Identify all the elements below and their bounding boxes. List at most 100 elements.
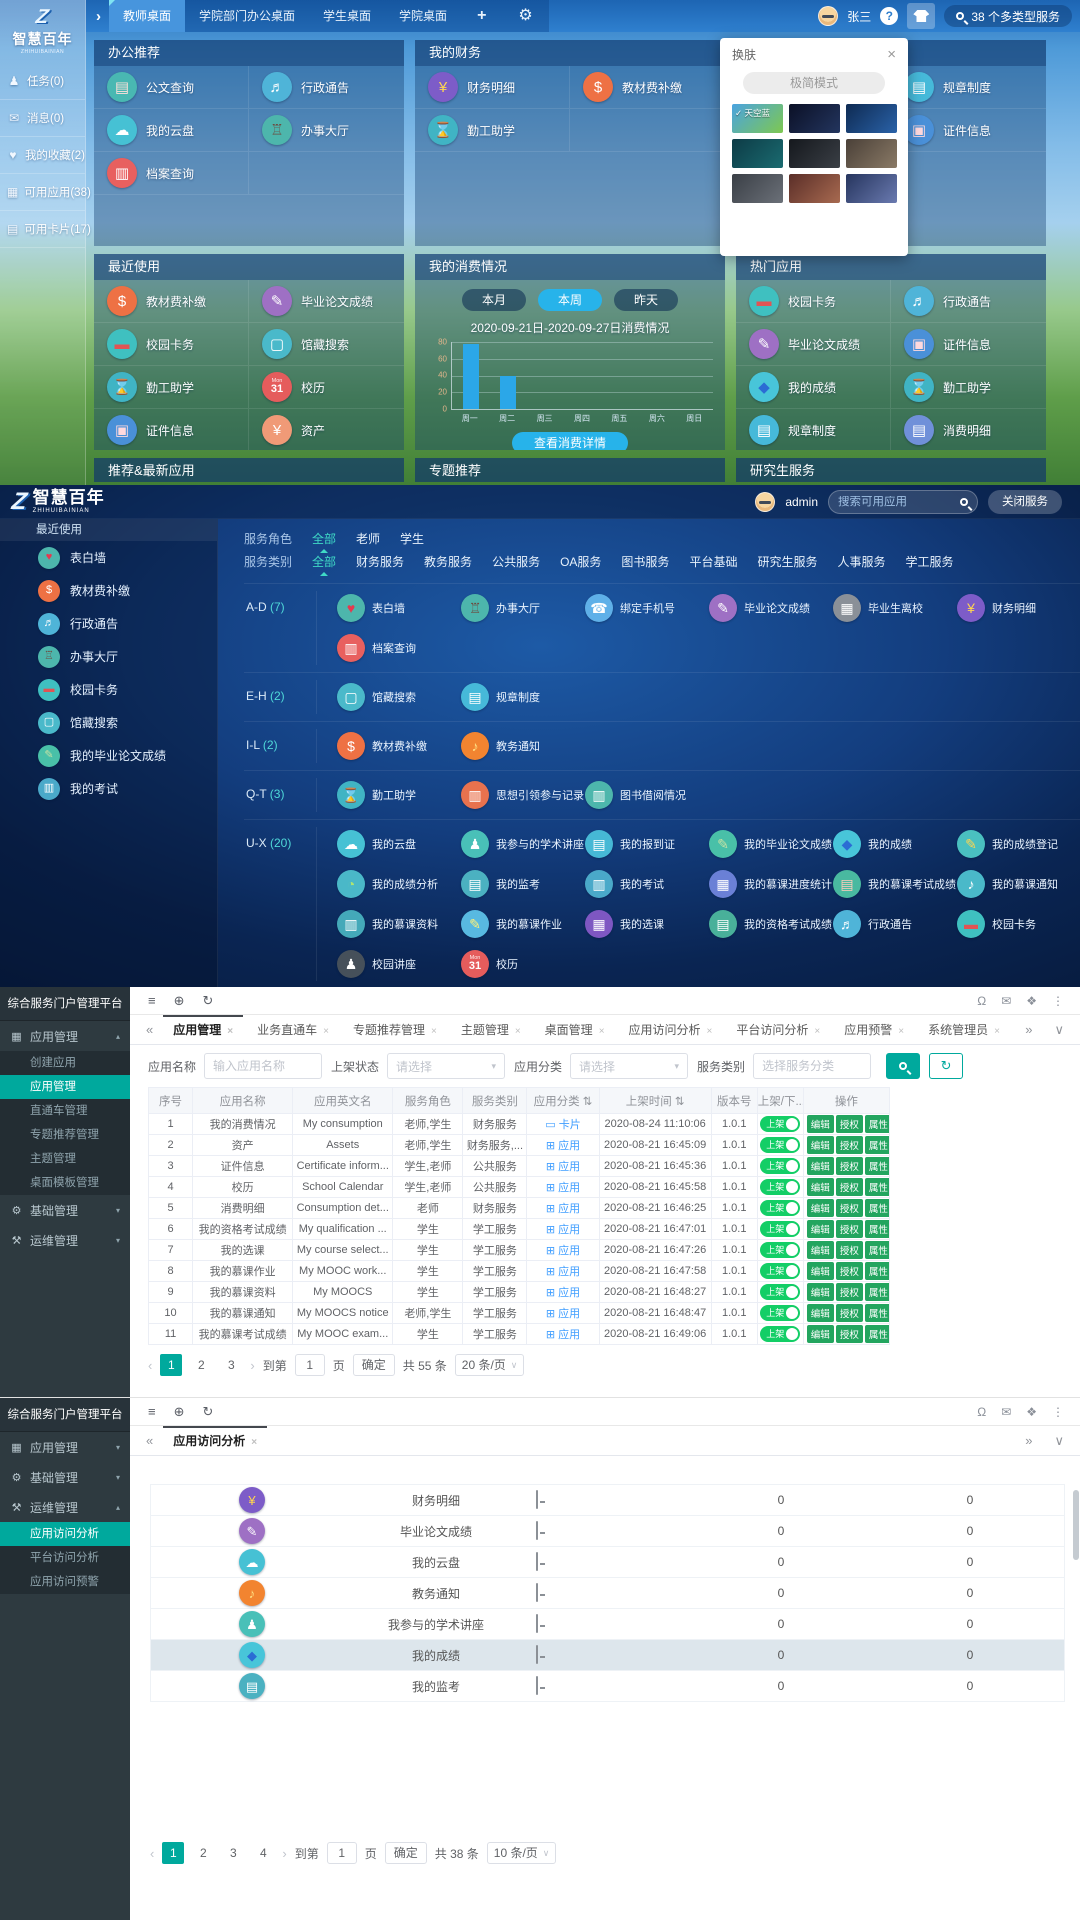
action-编辑-button[interactable]: 编辑 [807, 1262, 834, 1280]
category-link[interactable]: ⊞ 应用 [546, 1308, 580, 1320]
app-item[interactable]: ♟我参与的学术讲座 [461, 827, 585, 861]
theme-thumbnail[interactable] [789, 139, 840, 168]
close-tab-icon[interactable]: × [599, 1026, 605, 1037]
app-item[interactable]: ♟校园讲座 [337, 947, 461, 981]
access-table-row[interactable]: ¥财务明细00 [151, 1485, 1064, 1516]
menu-item[interactable]: 专题推荐管理 [0, 1123, 130, 1147]
menu-section[interactable]: ▦应用管理▴ [0, 1021, 130, 1051]
tag-icon[interactable]: ❖ [1026, 995, 1037, 1007]
admin-tab[interactable]: 应用访问分析× [619, 1015, 723, 1045]
filter-option[interactable]: 研究生服务 [757, 553, 817, 570]
app-item[interactable]: ◔我的成绩分析 [337, 867, 461, 901]
page-size-select[interactable]: 20 条/页∨ [455, 1354, 525, 1376]
app-tile[interactable]: ▤公文查询 [94, 66, 249, 108]
admin-tab[interactable]: 专题推荐管理× [343, 1015, 447, 1045]
app-item[interactable]: Mon31校历 [461, 947, 585, 981]
app-item[interactable]: ☎绑定手机号 [585, 591, 709, 625]
desktop-sidebar-item[interactable]: ✉消息(0) [0, 100, 85, 137]
theme-thumbnail[interactable] [846, 174, 897, 203]
access-table-row[interactable]: ▤我的监考00 [151, 1671, 1064, 1702]
close-tab-icon[interactable]: × [994, 1026, 1000, 1037]
filter-option[interactable]: 学生 [400, 530, 424, 547]
settings-gear-icon[interactable]: ⚙ [502, 0, 548, 32]
bell-icon[interactable]: Ω [977, 995, 986, 1007]
close-tab-icon[interactable]: × [515, 1026, 521, 1037]
filter-text-input[interactable] [213, 1059, 313, 1073]
jump-page-input[interactable] [327, 1842, 357, 1864]
access-table-row[interactable]: ♟我参与的学术讲座00 [151, 1609, 1064, 1640]
app-item[interactable]: ▦我的选课 [585, 907, 709, 941]
menu-section[interactable]: ⚙基础管理▾ [0, 1462, 130, 1492]
search-button[interactable] [886, 1053, 920, 1079]
skin-shirt-button[interactable] [907, 3, 935, 29]
more-icon[interactable]: ⋮ [1052, 995, 1064, 1007]
recent-app-item[interactable]: ✎我的毕业论文成绩 [0, 739, 217, 772]
help-icon[interactable]: ? [880, 7, 898, 25]
close-tab-icon[interactable]: × [251, 1437, 257, 1448]
user-avatar[interactable] [755, 492, 775, 512]
action-编辑-button[interactable]: 编辑 [807, 1220, 834, 1238]
page-number[interactable]: 3 [220, 1354, 242, 1376]
recent-app-item[interactable]: ♥表白墙 [0, 541, 217, 574]
scroll-caret-icon[interactable]: ∨ [1048, 1433, 1070, 1449]
menu-icon[interactable]: ≡ [148, 994, 156, 1007]
action-授权-button[interactable]: 授权 [836, 1241, 863, 1259]
comment-icon[interactable]: ✉ [1001, 995, 1011, 1007]
category-link[interactable]: ⊞ 应用 [546, 1224, 580, 1236]
recent-app-item[interactable]: ▥我的考试 [0, 772, 217, 805]
desktop-sidebar-item[interactable]: ▤可用卡片(17) [0, 211, 85, 248]
app-item[interactable]: ▬校园卡务 [957, 907, 1080, 941]
comment-icon[interactable]: ✉ [1001, 1406, 1011, 1418]
app-item[interactable]: ▢馆藏搜索 [337, 680, 461, 714]
status-toggle-on[interactable]: 上架 [760, 1263, 800, 1279]
page-number[interactable]: 4 [252, 1842, 274, 1864]
menu-item[interactable]: 直通车管理 [0, 1099, 130, 1123]
category-link[interactable]: ▭ 卡片 [545, 1119, 580, 1131]
app-item[interactable]: ▤规章制度 [461, 680, 585, 714]
app-item[interactable]: ▦毕业生离校 [833, 591, 957, 625]
category-link[interactable]: ⊞ 应用 [546, 1161, 580, 1173]
access-table-row[interactable]: ♪教务通知00 [151, 1578, 1064, 1609]
filter-option[interactable]: 老师 [356, 530, 380, 547]
admin-tab[interactable]: 业务直通车× [247, 1015, 339, 1045]
app-tile[interactable]: ◆我的成绩 [736, 366, 891, 408]
app-item[interactable]: ▤我的资格考试成绩 [709, 907, 833, 941]
app-item[interactable]: ▤我的报到证 [585, 827, 709, 861]
action-编辑-button[interactable]: 编辑 [807, 1325, 834, 1343]
app-tile[interactable]: ♖办事大厅 [249, 109, 404, 151]
collapse-tabs-icon[interactable]: « [140, 1022, 159, 1037]
recent-app-item[interactable]: ▢馆藏搜索 [0, 706, 217, 739]
admin-tab[interactable]: 系统管理员× [918, 1015, 1010, 1045]
tag-icon[interactable]: ❖ [1026, 1406, 1037, 1418]
scrollbar-thumb[interactable] [1073, 1490, 1079, 1560]
app-tile[interactable]: ▤规章制度 [736, 409, 891, 450]
menu-item[interactable]: 创建应用 [0, 1051, 130, 1075]
menu-icon[interactable]: ≡ [148, 1405, 156, 1418]
action-授权-button[interactable]: 授权 [836, 1157, 863, 1175]
admin-tab[interactable]: 主题管理× [451, 1015, 531, 1045]
user-avatar[interactable] [818, 6, 838, 26]
admin-tab[interactable]: 应用预警× [834, 1015, 914, 1045]
close-tab-icon[interactable]: × [227, 1026, 233, 1037]
action-属性-button[interactable]: 属性 [865, 1178, 890, 1196]
close-service-button[interactable]: 关闭服务 [988, 490, 1062, 514]
category-link[interactable]: ⊞ 应用 [546, 1203, 580, 1215]
desktop-tab[interactable]: 学院部门办公桌面 [185, 0, 309, 32]
status-toggle-on[interactable]: 上架 [760, 1137, 800, 1153]
category-link[interactable]: ⊞ 应用 [546, 1266, 580, 1278]
status-toggle-on[interactable]: 上架 [760, 1158, 800, 1174]
close-tab-icon[interactable]: × [814, 1026, 820, 1037]
filter-text-input[interactable] [762, 1059, 862, 1073]
simple-mode-button[interactable]: 极简模式 [743, 72, 885, 94]
app-tile[interactable]: ▬校园卡务 [736, 280, 891, 322]
desktop-sidebar-item[interactable]: ♟任务(0) [0, 63, 85, 100]
category-link[interactable]: ⊞ 应用 [546, 1287, 580, 1299]
menu-section[interactable]: ⚙基础管理▾ [0, 1195, 130, 1225]
theme-thumbnail[interactable] [846, 104, 897, 133]
filter-option[interactable]: 人事服务 [837, 553, 885, 570]
action-属性-button[interactable]: 属性 [865, 1262, 890, 1280]
jump-page-input[interactable] [295, 1354, 325, 1376]
app-item[interactable]: ♪教务通知 [461, 729, 585, 763]
menu-item[interactable]: 主题管理 [0, 1147, 130, 1171]
action-属性-button[interactable]: 属性 [865, 1325, 890, 1343]
